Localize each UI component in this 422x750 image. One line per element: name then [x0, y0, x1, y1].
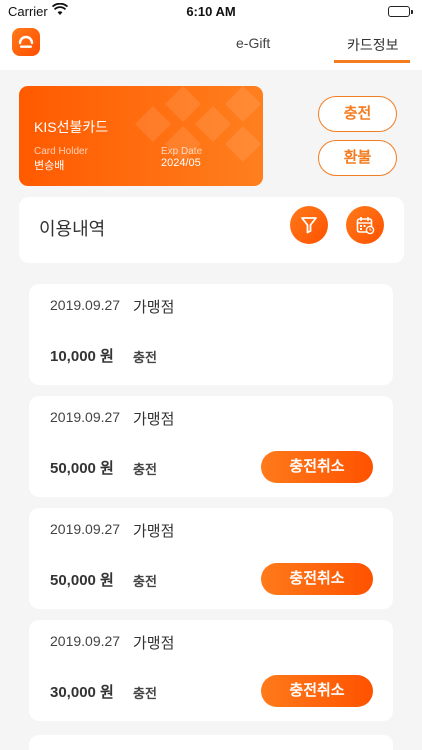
transaction-date: 2019.09.27 [50, 409, 121, 425]
refund-button[interactable]: 환불 [318, 140, 397, 176]
exp-date-value: 2024/05 [161, 157, 201, 169]
transaction-merchant: 가맹점 [133, 523, 175, 540]
usage-history-title: 이용내역 [39, 219, 106, 239]
card-name: KIS선불카드 [34, 119, 109, 135]
clock: 6:10 AM [186, 4, 236, 19]
filter-button[interactable] [290, 206, 328, 244]
filter-icon [301, 217, 317, 234]
exp-date-label: Exp Date [161, 146, 203, 157]
calendar-button[interactable] [346, 206, 384, 244]
calendar-icon [356, 217, 375, 235]
prepaid-card[interactable]: KIS선불카드 Card Holder 변승배 Exp Date 2024/05 [19, 86, 263, 186]
transaction-type: 충전 [133, 686, 157, 701]
transaction-amount: 10,000 원 [50, 348, 114, 365]
cancel-charge-button[interactable]: 충전취소 [261, 563, 373, 595]
transaction-amount: 50,000 원 [50, 460, 114, 477]
card-pattern [135, 86, 261, 162]
transaction-item: 2019.09.27 가맹점 10,000 원 충전 [29, 284, 393, 385]
transaction-type: 충전 [133, 574, 157, 589]
tab-egift[interactable]: e-Gift [236, 35, 270, 51]
transaction-item-partial [29, 735, 393, 750]
battery-icon [388, 6, 413, 17]
card-holder-label: Card Holder [34, 146, 88, 157]
transaction-date: 2019.09.27 [50, 521, 121, 537]
active-tab-indicator [334, 60, 410, 63]
charge-button[interactable]: 충전 [318, 96, 397, 132]
transaction-type: 충전 [133, 462, 157, 477]
transaction-merchant: 가맹점 [133, 299, 175, 316]
top-navigation: e-Gift 카드정보 [0, 22, 422, 70]
transaction-date: 2019.09.27 [50, 633, 121, 649]
status-bar: Carrier 6:10 AM [0, 0, 422, 22]
transaction-merchant: 가맹점 [133, 635, 175, 652]
cancel-charge-button[interactable]: 충전취소 [261, 675, 373, 707]
transaction-item: 2019.09.27 가맹점 50,000 원 충전 충전취소 [29, 396, 393, 497]
transaction-type: 충전 [133, 350, 157, 365]
transaction-item: 2019.09.27 가맹점 30,000 원 충전 충전취소 [29, 620, 393, 721]
home-icon [18, 35, 34, 48]
transaction-amount: 50,000 원 [50, 572, 114, 589]
tab-card-info[interactable]: 카드정보 [347, 35, 399, 55]
home-button[interactable] [12, 28, 40, 56]
transaction-item: 2019.09.27 가맹점 50,000 원 충전 충전취소 [29, 508, 393, 609]
card-holder-value: 변승배 [34, 160, 65, 172]
transaction-date: 2019.09.27 [50, 297, 121, 313]
transaction-amount: 30,000 원 [50, 684, 114, 701]
cancel-charge-button[interactable]: 충전취소 [261, 451, 373, 483]
usage-history-header: 이용내역 [19, 197, 404, 263]
transaction-merchant: 가맹점 [133, 411, 175, 428]
transaction-list: 2019.09.27 가맹점 10,000 원 충전 2019.09.27 가맹… [29, 284, 393, 732]
